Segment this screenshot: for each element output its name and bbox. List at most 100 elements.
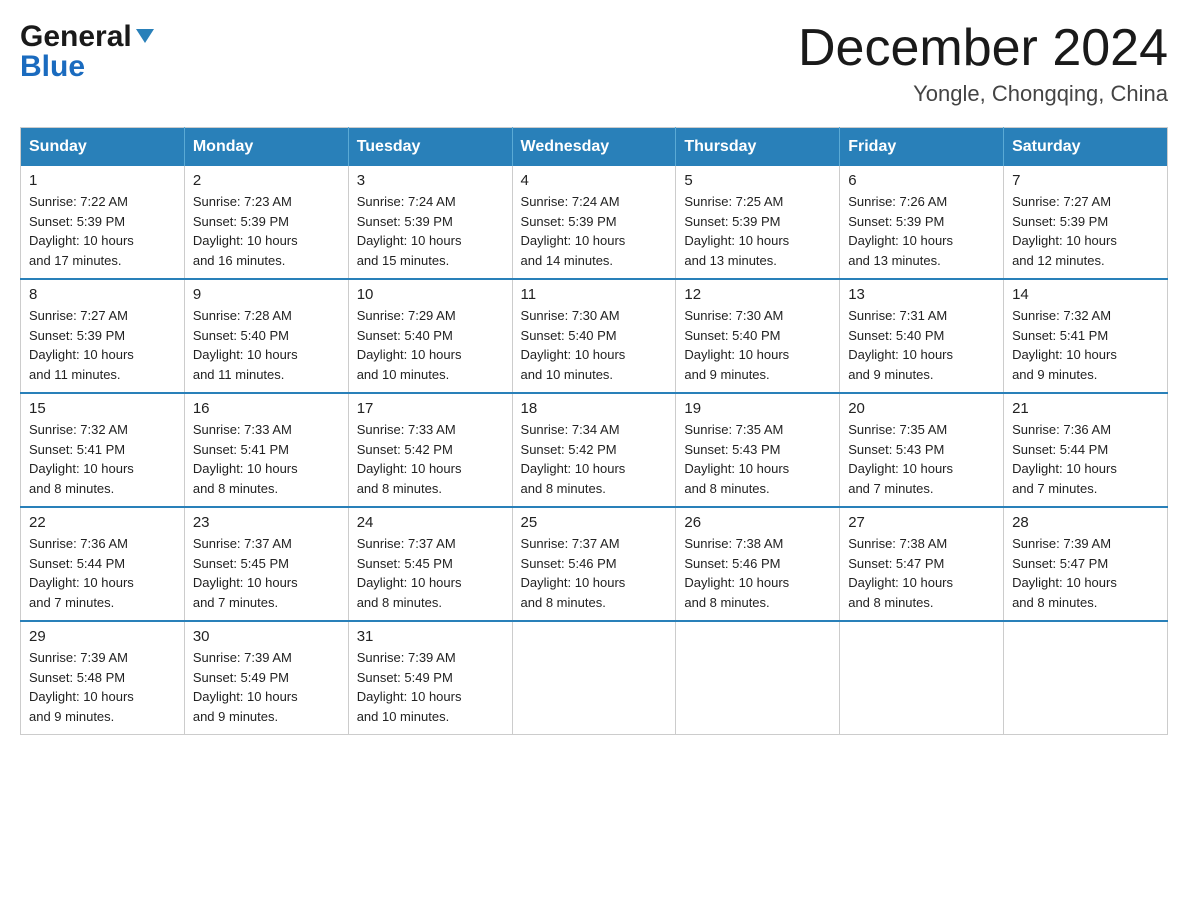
day-number: 29 xyxy=(29,628,176,645)
calendar-cell xyxy=(676,621,840,735)
day-info: Sunrise: 7:39 AMSunset: 5:49 PMDaylight:… xyxy=(357,648,504,726)
calendar-cell: 11 Sunrise: 7:30 AMSunset: 5:40 PMDaylig… xyxy=(512,279,676,393)
calendar-cell: 20 Sunrise: 7:35 AMSunset: 5:43 PMDaylig… xyxy=(840,393,1004,507)
col-header-saturday: Saturday xyxy=(1004,128,1168,167)
day-info: Sunrise: 7:26 AMSunset: 5:39 PMDaylight:… xyxy=(848,192,995,270)
location-subtitle: Yongle, Chongqing, China xyxy=(798,81,1168,107)
day-number: 31 xyxy=(357,628,504,645)
calendar-cell: 14 Sunrise: 7:32 AMSunset: 5:41 PMDaylig… xyxy=(1004,279,1168,393)
calendar-cell: 18 Sunrise: 7:34 AMSunset: 5:42 PMDaylig… xyxy=(512,393,676,507)
day-number: 11 xyxy=(521,286,668,303)
day-number: 23 xyxy=(193,514,340,531)
calendar-cell: 25 Sunrise: 7:37 AMSunset: 5:46 PMDaylig… xyxy=(512,507,676,621)
col-header-tuesday: Tuesday xyxy=(348,128,512,167)
col-header-thursday: Thursday xyxy=(676,128,840,167)
calendar-cell: 29 Sunrise: 7:39 AMSunset: 5:48 PMDaylig… xyxy=(21,621,185,735)
day-info: Sunrise: 7:39 AMSunset: 5:47 PMDaylight:… xyxy=(1012,534,1159,612)
day-number: 12 xyxy=(684,286,831,303)
day-info: Sunrise: 7:36 AMSunset: 5:44 PMDaylight:… xyxy=(1012,420,1159,498)
calendar-cell: 12 Sunrise: 7:30 AMSunset: 5:40 PMDaylig… xyxy=(676,279,840,393)
logo-triangle-icon xyxy=(134,25,156,47)
day-number: 19 xyxy=(684,400,831,417)
day-info: Sunrise: 7:35 AMSunset: 5:43 PMDaylight:… xyxy=(848,420,995,498)
day-info: Sunrise: 7:24 AMSunset: 5:39 PMDaylight:… xyxy=(357,192,504,270)
calendar-cell: 1 Sunrise: 7:22 AMSunset: 5:39 PMDayligh… xyxy=(21,166,185,279)
day-number: 4 xyxy=(521,172,668,189)
calendar-cell: 23 Sunrise: 7:37 AMSunset: 5:45 PMDaylig… xyxy=(184,507,348,621)
calendar-cell: 28 Sunrise: 7:39 AMSunset: 5:47 PMDaylig… xyxy=(1004,507,1168,621)
day-info: Sunrise: 7:38 AMSunset: 5:47 PMDaylight:… xyxy=(848,534,995,612)
calendar-cell: 8 Sunrise: 7:27 AMSunset: 5:39 PMDayligh… xyxy=(21,279,185,393)
day-number: 25 xyxy=(521,514,668,531)
calendar-cell: 6 Sunrise: 7:26 AMSunset: 5:39 PMDayligh… xyxy=(840,166,1004,279)
day-info: Sunrise: 7:23 AMSunset: 5:39 PMDaylight:… xyxy=(193,192,340,270)
day-info: Sunrise: 7:24 AMSunset: 5:39 PMDaylight:… xyxy=(521,192,668,270)
calendar-cell: 30 Sunrise: 7:39 AMSunset: 5:49 PMDaylig… xyxy=(184,621,348,735)
calendar-cell: 4 Sunrise: 7:24 AMSunset: 5:39 PMDayligh… xyxy=(512,166,676,279)
day-info: Sunrise: 7:33 AMSunset: 5:42 PMDaylight:… xyxy=(357,420,504,498)
calendar-week-row: 8 Sunrise: 7:27 AMSunset: 5:39 PMDayligh… xyxy=(21,279,1168,393)
day-info: Sunrise: 7:38 AMSunset: 5:46 PMDaylight:… xyxy=(684,534,831,612)
day-info: Sunrise: 7:22 AMSunset: 5:39 PMDaylight:… xyxy=(29,192,176,270)
calendar-cell: 2 Sunrise: 7:23 AMSunset: 5:39 PMDayligh… xyxy=(184,166,348,279)
day-info: Sunrise: 7:34 AMSunset: 5:42 PMDaylight:… xyxy=(521,420,668,498)
col-header-wednesday: Wednesday xyxy=(512,128,676,167)
day-number: 18 xyxy=(521,400,668,417)
day-number: 15 xyxy=(29,400,176,417)
day-info: Sunrise: 7:32 AMSunset: 5:41 PMDaylight:… xyxy=(29,420,176,498)
day-number: 26 xyxy=(684,514,831,531)
calendar-cell: 26 Sunrise: 7:38 AMSunset: 5:46 PMDaylig… xyxy=(676,507,840,621)
day-number: 6 xyxy=(848,172,995,189)
day-info: Sunrise: 7:27 AMSunset: 5:39 PMDaylight:… xyxy=(29,306,176,384)
calendar-cell: 17 Sunrise: 7:33 AMSunset: 5:42 PMDaylig… xyxy=(348,393,512,507)
day-info: Sunrise: 7:27 AMSunset: 5:39 PMDaylight:… xyxy=(1012,192,1159,270)
col-header-sunday: Sunday xyxy=(21,128,185,167)
day-info: Sunrise: 7:32 AMSunset: 5:41 PMDaylight:… xyxy=(1012,306,1159,384)
day-number: 20 xyxy=(848,400,995,417)
calendar-cell: 19 Sunrise: 7:35 AMSunset: 5:43 PMDaylig… xyxy=(676,393,840,507)
day-number: 30 xyxy=(193,628,340,645)
day-info: Sunrise: 7:37 AMSunset: 5:45 PMDaylight:… xyxy=(193,534,340,612)
day-number: 7 xyxy=(1012,172,1159,189)
calendar-cell: 5 Sunrise: 7:25 AMSunset: 5:39 PMDayligh… xyxy=(676,166,840,279)
calendar-cell: 22 Sunrise: 7:36 AMSunset: 5:44 PMDaylig… xyxy=(21,507,185,621)
day-number: 3 xyxy=(357,172,504,189)
calendar-week-row: 15 Sunrise: 7:32 AMSunset: 5:41 PMDaylig… xyxy=(21,393,1168,507)
day-number: 2 xyxy=(193,172,340,189)
month-year-title: December 2024 xyxy=(798,20,1168,77)
title-block: December 2024 Yongle, Chongqing, China xyxy=(798,20,1168,107)
logo-blue: Blue xyxy=(20,50,85,84)
day-info: Sunrise: 7:29 AMSunset: 5:40 PMDaylight:… xyxy=(357,306,504,384)
page-header: General Blue December 2024 Yongle, Chong… xyxy=(20,20,1168,107)
day-info: Sunrise: 7:25 AMSunset: 5:39 PMDaylight:… xyxy=(684,192,831,270)
day-number: 16 xyxy=(193,400,340,417)
calendar-cell: 27 Sunrise: 7:38 AMSunset: 5:47 PMDaylig… xyxy=(840,507,1004,621)
day-number: 24 xyxy=(357,514,504,531)
day-info: Sunrise: 7:37 AMSunset: 5:46 PMDaylight:… xyxy=(521,534,668,612)
calendar-week-row: 22 Sunrise: 7:36 AMSunset: 5:44 PMDaylig… xyxy=(21,507,1168,621)
calendar-cell: 10 Sunrise: 7:29 AMSunset: 5:40 PMDaylig… xyxy=(348,279,512,393)
day-number: 17 xyxy=(357,400,504,417)
day-info: Sunrise: 7:37 AMSunset: 5:45 PMDaylight:… xyxy=(357,534,504,612)
day-info: Sunrise: 7:35 AMSunset: 5:43 PMDaylight:… xyxy=(684,420,831,498)
day-info: Sunrise: 7:28 AMSunset: 5:40 PMDaylight:… xyxy=(193,306,340,384)
day-info: Sunrise: 7:31 AMSunset: 5:40 PMDaylight:… xyxy=(848,306,995,384)
logo-general: General xyxy=(20,20,132,54)
day-info: Sunrise: 7:33 AMSunset: 5:41 PMDaylight:… xyxy=(193,420,340,498)
day-number: 13 xyxy=(848,286,995,303)
day-info: Sunrise: 7:30 AMSunset: 5:40 PMDaylight:… xyxy=(684,306,831,384)
calendar-cell: 7 Sunrise: 7:27 AMSunset: 5:39 PMDayligh… xyxy=(1004,166,1168,279)
col-header-friday: Friday xyxy=(840,128,1004,167)
calendar-cell: 31 Sunrise: 7:39 AMSunset: 5:49 PMDaylig… xyxy=(348,621,512,735)
day-number: 27 xyxy=(848,514,995,531)
day-info: Sunrise: 7:36 AMSunset: 5:44 PMDaylight:… xyxy=(29,534,176,612)
calendar-cell: 9 Sunrise: 7:28 AMSunset: 5:40 PMDayligh… xyxy=(184,279,348,393)
calendar-cell: 21 Sunrise: 7:36 AMSunset: 5:44 PMDaylig… xyxy=(1004,393,1168,507)
day-number: 1 xyxy=(29,172,176,189)
calendar-cell xyxy=(1004,621,1168,735)
col-header-monday: Monday xyxy=(184,128,348,167)
calendar-header-row: SundayMondayTuesdayWednesdayThursdayFrid… xyxy=(21,128,1168,167)
day-number: 9 xyxy=(193,286,340,303)
day-number: 22 xyxy=(29,514,176,531)
day-number: 21 xyxy=(1012,400,1159,417)
